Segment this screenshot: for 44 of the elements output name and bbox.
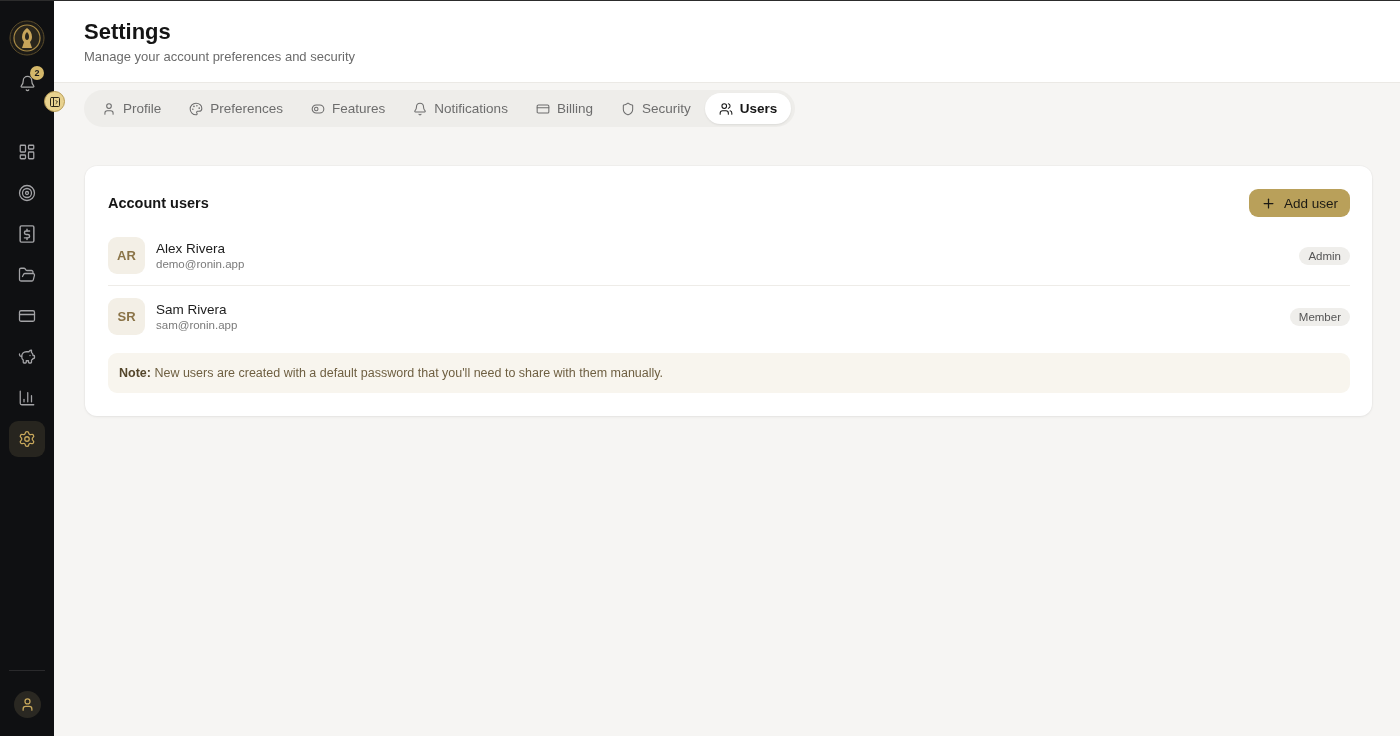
logo-icon [9,20,45,56]
settings-tab[interactable]: Features [297,93,400,124]
person-icon [102,101,116,116]
grid-icon [18,143,36,161]
user-initials-avatar: AR [108,237,145,274]
bell-icon [18,74,36,92]
settings-tab[interactable]: Notifications [399,93,522,124]
sidebar-nav-item[interactable] [9,421,45,457]
add-user-button[interactable]: Add user [1248,189,1350,217]
role-badge: Admin [1299,246,1350,265]
panel-icon [48,95,61,108]
section-title: Account users [108,195,209,211]
toggle-icon [311,101,326,116]
target-icon [18,184,36,202]
people-icon [718,101,733,116]
person-icon [19,697,35,712]
settings-tab[interactable]: Billing [521,93,607,124]
settings-tab[interactable]: Security [606,93,705,124]
user-name: Sam Rivera [156,302,228,317]
account-avatar[interactable] [13,691,41,718]
page-subtitle: Manage your account preferences and security [84,48,356,66]
settings-icon [18,430,36,448]
folder-icon [18,266,36,284]
page-title: Settings [84,18,172,46]
user-email: demo@ronin.app [156,258,246,270]
note-text: Note: New users are created with a default password that you'll need to share with them manually. [108,353,1350,393]
user-email: sam@ronin.app [156,319,239,331]
bar-chart-icon [18,389,36,407]
shield-icon [620,101,635,116]
notifications-button[interactable]: 2 [13,69,41,97]
card-icon [18,307,36,325]
dollar-square-icon [18,225,36,243]
settings-tab[interactable]: Preferences [175,93,298,124]
role-badge: Member [1289,307,1350,326]
settings-tab[interactable]: Users [704,93,792,124]
bell-icon [413,101,428,116]
plus-icon [1260,195,1276,211]
settings-tab[interactable]: Profile [88,93,176,124]
card-icon [535,101,550,116]
piggy-bank-icon [18,348,36,366]
notification-count: 2 [30,66,44,80]
palette-icon [189,101,204,116]
user-initials-avatar: SR [108,298,145,335]
user-name: Alex Rivera [156,241,227,256]
